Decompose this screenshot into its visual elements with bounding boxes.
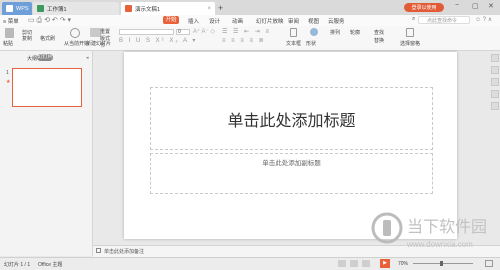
paste-icon[interactable] [5, 28, 14, 38]
status-bar: 幻灯片 1 / 1 Office 主题 ▶ 70% [0, 257, 500, 270]
minimize-button[interactable]: − [455, 2, 459, 9]
wps-logo-icon [6, 5, 13, 12]
presentation-icon [125, 5, 132, 12]
font-size-buttons[interactable]: A⁺ A⁻ ◇ [193, 28, 215, 35]
menu-review[interactable]: 审阅 [288, 17, 299, 25]
subtitle-placeholder[interactable]: 单击此处添加副标题 [150, 153, 433, 194]
file-menu[interactable]: ≡ 菜单 [3, 17, 19, 25]
fit-window-icon[interactable] [485, 260, 493, 267]
slide-panel: 大纲 幻灯片 ◂ 1 ★ [0, 51, 93, 256]
paste-label: 粘贴 [3, 41, 14, 47]
animation-pane-icon[interactable] [491, 66, 499, 74]
font-size-select[interactable]: 0 [176, 29, 190, 35]
slides-tab[interactable]: 幻灯片 [37, 54, 53, 61]
watermark-name: 当下软件园 [407, 217, 487, 236]
find-button[interactable]: 查找 [374, 29, 384, 36]
replace-button[interactable]: 替换 [374, 37, 384, 44]
reset-button[interactable]: 重置 [100, 28, 110, 35]
arrange-button[interactable]: 排列 [330, 29, 340, 36]
select-pane-label: 选择窗格 [400, 41, 421, 47]
watermark-logo: 当下软件园 www.downxia.com [371, 212, 487, 249]
animation-star-icon: ★ [6, 79, 11, 85]
notes-icon [96, 248, 101, 253]
zoom-level: 70% [398, 261, 409, 267]
quick-access-icons[interactable]: ▭ ⎙ ⟲ ↶ ↷ ▾ [28, 16, 71, 25]
title-placeholder[interactable]: 单击此处添加标题 [150, 87, 433, 150]
tab-presentation-label: 演示文稿1 [135, 6, 161, 13]
normal-view-icon[interactable] [338, 260, 346, 267]
zoom-slider[interactable] [413, 263, 473, 264]
notes-placeholder: 单击此处添加备注 [104, 249, 145, 255]
search-placeholder: 点此查找命令 [427, 18, 458, 24]
shapes-icon[interactable] [310, 28, 318, 36]
outline-button[interactable]: 轮廓 [350, 29, 360, 36]
copy-button[interactable]: 复制 [22, 35, 32, 42]
list-buttons[interactable]: ☰ ☰ ⇤ ⇥ ≡ [222, 28, 271, 35]
ribbon-toolbar: 粘贴 剪切 复制 格式刷 从当前开始 新建幻灯片 重置 版式 节 0 A⁺ A⁻… [0, 26, 500, 51]
theme-name: Office 主题 [38, 262, 63, 268]
properties-icon[interactable] [491, 54, 499, 62]
slide-count: 幻灯片 1 / 1 [4, 262, 31, 268]
tab-workbook[interactable]: 工作簿1 [33, 2, 119, 15]
menu-design[interactable]: 设计 [209, 17, 220, 25]
watermark-url: www.downxia.com [406, 240, 473, 249]
select-pane-icon[interactable] [406, 28, 414, 37]
zoom-slider-handle[interactable] [440, 261, 443, 266]
title-bar: WPS 工作簿1 演示文稿1 × + 登录以使用 − ▢ ✕ [0, 0, 500, 15]
menu-start[interactable]: 开始 [163, 16, 179, 24]
slide-thumbnail[interactable] [12, 68, 82, 107]
font-style-buttons[interactable]: B I U S X² X₂ A ▾ [119, 37, 197, 44]
slide-number: 1 [6, 70, 9, 76]
outline-tab[interactable]: 大纲 [27, 55, 37, 62]
align-buttons[interactable]: ≡ ≡ ≡ ≡ ≣ [222, 37, 266, 44]
font-size-value: 0 [178, 29, 181, 35]
template-pane-icon[interactable] [491, 102, 499, 110]
tab-wps[interactable]: WPS [2, 2, 32, 15]
help-icons[interactable]: ☺ ? ∧ [475, 16, 492, 23]
collapse-panel-icon[interactable]: ◂ [86, 55, 89, 61]
selection-pane-icon[interactable] [491, 90, 499, 98]
menu-view[interactable]: 视图 [308, 17, 319, 25]
format-painter-button[interactable]: 格式刷 [40, 35, 55, 42]
menu-insert[interactable]: 插入 [188, 17, 199, 25]
tab-presentation[interactable]: 演示文稿1 × [121, 2, 215, 15]
menu-slideshow[interactable]: 幻灯片放映 [256, 17, 284, 25]
menu-animation[interactable]: 动画 [232, 17, 243, 25]
command-search-input[interactable]: 点此查找命令 [418, 16, 470, 24]
spreadsheet-icon [37, 5, 44, 12]
text-box-icon[interactable] [290, 28, 297, 37]
maximize-button[interactable]: ▢ [472, 2, 479, 10]
close-window-button[interactable]: ✕ [488, 2, 494, 10]
play-from-current-icon[interactable] [70, 28, 80, 38]
play-slideshow-button[interactable]: ▶ [380, 259, 390, 268]
text-box-label: 文本框 [286, 41, 302, 47]
layout-button[interactable]: 版式 [100, 35, 110, 42]
sorter-view-icon[interactable] [350, 260, 358, 267]
shapes-label: 形状 [306, 41, 317, 47]
font-family-select[interactable] [119, 29, 174, 35]
tab-workbook-label: 工作簿1 [47, 6, 67, 13]
new-tab-button[interactable]: + [218, 3, 223, 13]
login-button[interactable]: 登录以使用 [404, 3, 444, 12]
tab-wps-label: WPS [16, 5, 29, 12]
reading-view-icon[interactable] [362, 260, 370, 267]
menu-cloud[interactable]: 云服务 [328, 17, 345, 25]
section-button[interactable]: 节 [100, 42, 105, 49]
close-tab-icon[interactable]: × [207, 6, 211, 12]
search-icon: ⌕ [412, 16, 416, 22]
format-pane-icon[interactable] [491, 78, 499, 86]
